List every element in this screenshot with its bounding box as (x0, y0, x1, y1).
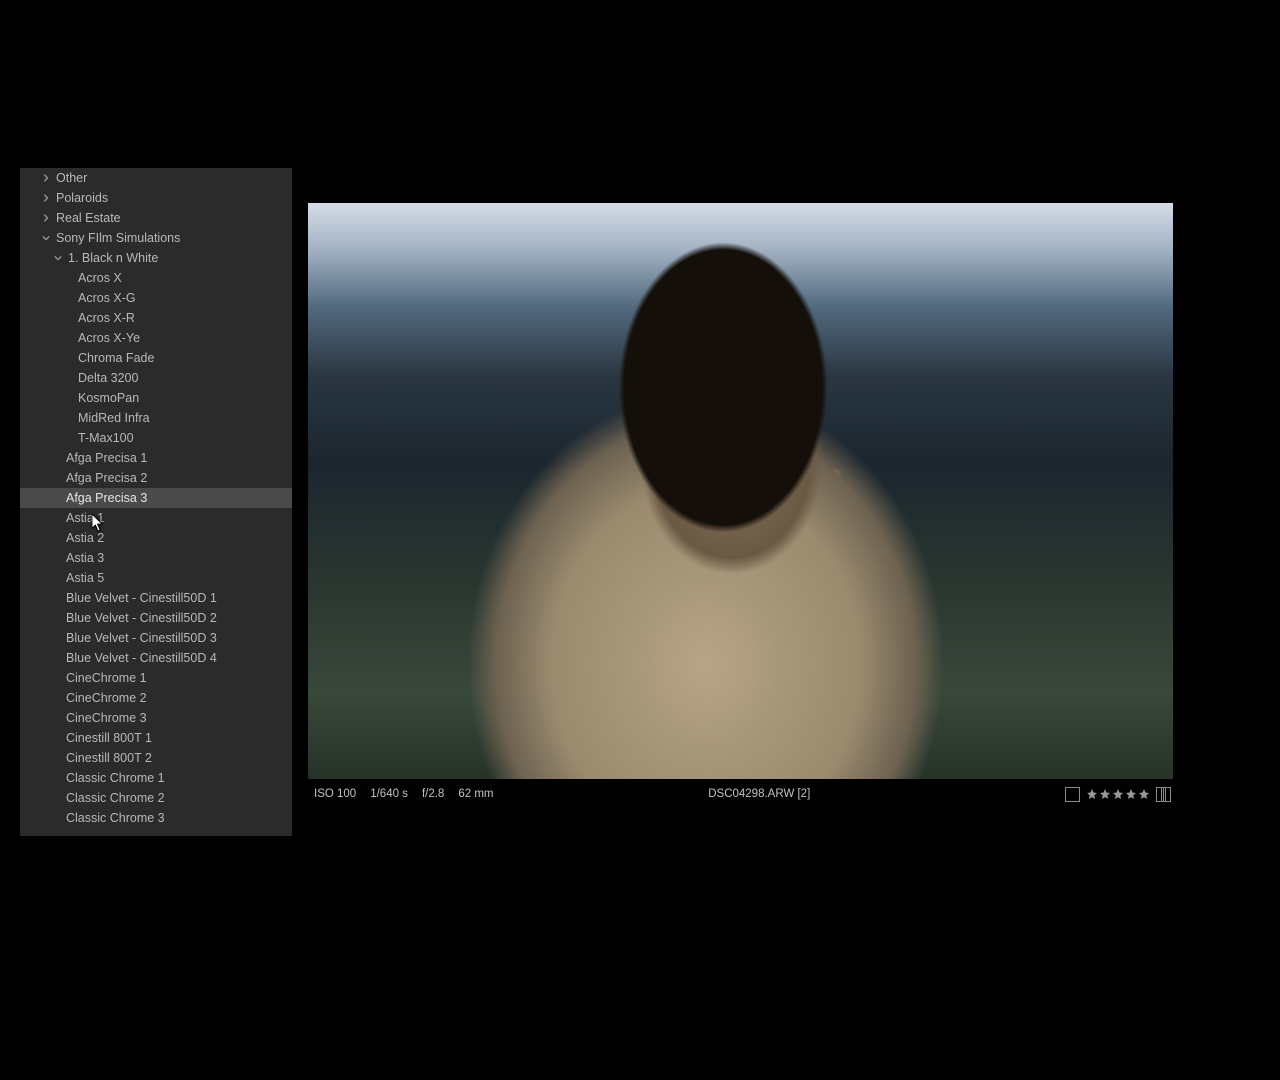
preset-item[interactable]: Blue Velvet - Cinestill50D 2 (20, 608, 292, 628)
row-label: CineChrome 3 (66, 708, 147, 728)
chevron-down-icon[interactable] (52, 252, 64, 264)
preset-item[interactable]: MidRed Infra (20, 408, 292, 428)
row-label: Blue Velvet - Cinestill50D 3 (66, 628, 217, 648)
row-label: Blue Velvet - Cinestill50D 2 (66, 608, 217, 628)
row-label: Astia 3 (66, 548, 104, 568)
exif-aperture: f/2.8 (422, 788, 444, 800)
row-label: Astia 1 (66, 508, 104, 528)
filename-label: DSC04298.ARW [2] (708, 788, 810, 800)
row-label: Astia 2 (66, 528, 104, 548)
preset-folder[interactable]: 1. Black n White (20, 248, 292, 268)
row-label: Delta 3200 (78, 368, 138, 388)
star-icon[interactable] (1125, 788, 1137, 800)
row-label: KosmoPan (78, 388, 139, 408)
row-label: Acros X-Ye (78, 328, 140, 348)
preset-item[interactable]: Acros X (20, 268, 292, 288)
preset-item[interactable]: Blue Velvet - Cinestill50D 3 (20, 628, 292, 648)
row-label: Afga Precisa 3 (66, 488, 147, 508)
color-label-icon[interactable] (1156, 787, 1171, 802)
preset-item[interactable]: Delta 3200 (20, 368, 292, 388)
preset-item[interactable]: KosmoPan (20, 388, 292, 408)
rating-stars[interactable] (1086, 788, 1150, 800)
preset-item[interactable]: Astia 3 (20, 548, 292, 568)
exif-focal: 62 mm (458, 788, 493, 800)
preset-item[interactable]: Acros X-G (20, 288, 292, 308)
preset-item[interactable]: CineChrome 2 (20, 688, 292, 708)
star-icon[interactable] (1086, 788, 1098, 800)
preset-item[interactable]: T-Max100 (20, 428, 292, 448)
star-icon[interactable] (1112, 788, 1124, 800)
row-label: Afga Precisa 1 (66, 448, 147, 468)
preset-item[interactable]: Classic Chrome 3 (20, 808, 292, 828)
chevron-right-icon[interactable] (40, 212, 52, 224)
row-label: Acros X-R (78, 308, 135, 328)
row-label: Blue Velvet - Cinestill50D 1 (66, 588, 217, 608)
row-label: Sony FIlm Simulations (56, 228, 180, 248)
row-label: Real Estate (56, 208, 121, 228)
preset-item[interactable]: Classic Chrome 1 (20, 768, 292, 788)
preset-sidebar: OtherPolaroidsReal EstateSony FIlm Simul… (20, 168, 292, 836)
image-preview[interactable] (308, 203, 1173, 779)
row-label: Blue Velvet - Cinestill50D 4 (66, 648, 217, 668)
row-label: 1. Black n White (68, 248, 158, 268)
row-label: Acros X-G (78, 288, 136, 308)
preset-folder[interactable]: Real Estate (20, 208, 292, 228)
exif-iso: ISO 100 (314, 788, 356, 800)
row-label: Astia 5 (66, 568, 104, 588)
chevron-right-icon[interactable] (40, 172, 52, 184)
preset-item[interactable]: Chroma Fade (20, 348, 292, 368)
info-bar: ISO 100 1/640 s f/2.8 62 mm DSC04298.ARW… (308, 784, 1173, 804)
chevron-right-icon[interactable] (40, 192, 52, 204)
preset-folder[interactable]: Other (20, 168, 292, 188)
preset-item[interactable]: Astia 1 (20, 508, 292, 528)
flag-icon[interactable] (1065, 787, 1080, 802)
preset-item[interactable]: Afga Precisa 2 (20, 468, 292, 488)
preset-item[interactable]: Acros X-R (20, 308, 292, 328)
row-label: Cinestill 800T 1 (66, 728, 152, 748)
preset-item[interactable]: Afga Precisa 1 (20, 448, 292, 468)
star-icon[interactable] (1138, 788, 1150, 800)
row-label: MidRed Infra (78, 408, 150, 428)
row-label: Classic Chrome 2 (66, 788, 165, 808)
row-label: Polaroids (56, 188, 108, 208)
preset-folder[interactable]: Sony FIlm Simulations (20, 228, 292, 248)
preset-item[interactable]: CineChrome 3 (20, 708, 292, 728)
preset-item[interactable]: Cinestill 800T 2 (20, 748, 292, 768)
preset-item[interactable]: CineChrome 1 (20, 668, 292, 688)
preset-folder[interactable]: Polaroids (20, 188, 292, 208)
preset-item[interactable]: Blue Velvet - Cinestill50D 4 (20, 648, 292, 668)
chevron-down-icon[interactable] (40, 232, 52, 244)
row-label: Classic Chrome 3 (66, 808, 165, 828)
preview-photo (308, 203, 1173, 779)
row-label: CineChrome 2 (66, 688, 147, 708)
row-label: Chroma Fade (78, 348, 154, 368)
exif-shutter: 1/640 s (370, 788, 408, 800)
row-label: Classic Chrome 1 (66, 768, 165, 788)
row-label: CineChrome 1 (66, 668, 147, 688)
preset-item[interactable]: Afga Precisa 3 (20, 488, 292, 508)
preset-item[interactable]: Blue Velvet - Cinestill50D 1 (20, 588, 292, 608)
row-label: Afga Precisa 2 (66, 468, 147, 488)
star-icon[interactable] (1099, 788, 1111, 800)
preset-item[interactable]: Classic Chrome 2 (20, 788, 292, 808)
preset-item[interactable]: Acros X-Ye (20, 328, 292, 348)
row-label: Cinestill 800T 2 (66, 748, 152, 768)
row-label: Other (56, 168, 87, 188)
row-label: Acros X (78, 268, 122, 288)
preset-item[interactable]: Cinestill 800T 1 (20, 728, 292, 748)
preset-item[interactable]: Astia 5 (20, 568, 292, 588)
row-label: T-Max100 (78, 428, 134, 448)
preset-item[interactable]: Astia 2 (20, 528, 292, 548)
